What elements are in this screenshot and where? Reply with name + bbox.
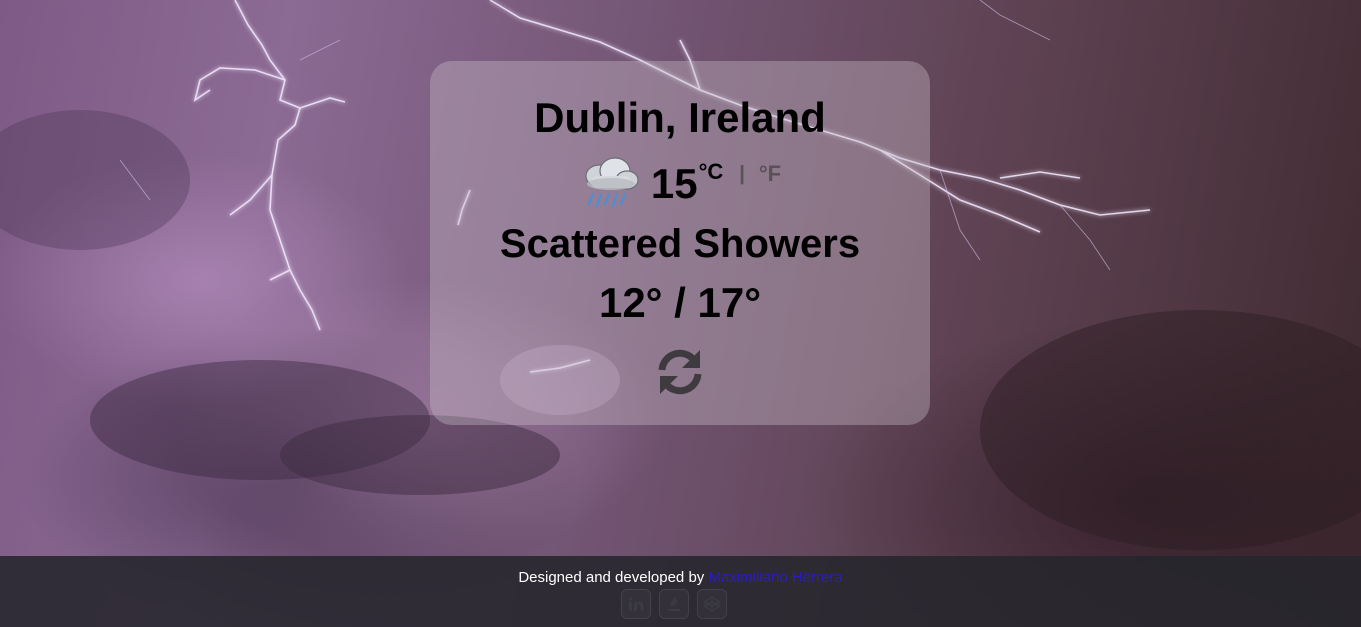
temperature-range: 12° / 17° bbox=[598, 279, 762, 326]
refresh-icon[interactable] bbox=[654, 346, 706, 398]
temperature-row: 15 °C | °F bbox=[430, 154, 930, 214]
footer-credit: Designed and developed by Maximiliano He… bbox=[0, 569, 1361, 587]
unit-separator: | bbox=[739, 163, 745, 185]
weather-description: Scattered Showers bbox=[499, 222, 861, 266]
rain-cloud-icon bbox=[585, 157, 639, 208]
current-temperature: 15 bbox=[650, 160, 698, 207]
footer-credit-text: Designed and developed by bbox=[518, 569, 709, 586]
fahrenheit-toggle[interactable]: °F bbox=[759, 163, 781, 185]
footer: Designed and developed by Maximiliano He… bbox=[0, 556, 1361, 627]
weather-card: Dublin, Ireland 15 °C | °F Scattered Sho… bbox=[430, 61, 930, 425]
author-link[interactable]: Maximiliano Herrera bbox=[708, 569, 842, 586]
social-links bbox=[621, 589, 727, 619]
linkedin-icon[interactable] bbox=[621, 589, 651, 619]
city-name: Dublin, Ireland bbox=[534, 94, 826, 141]
freecodecamp-icon[interactable] bbox=[659, 589, 689, 619]
celsius-toggle[interactable]: °C bbox=[699, 161, 724, 183]
codepen-icon[interactable] bbox=[697, 589, 727, 619]
